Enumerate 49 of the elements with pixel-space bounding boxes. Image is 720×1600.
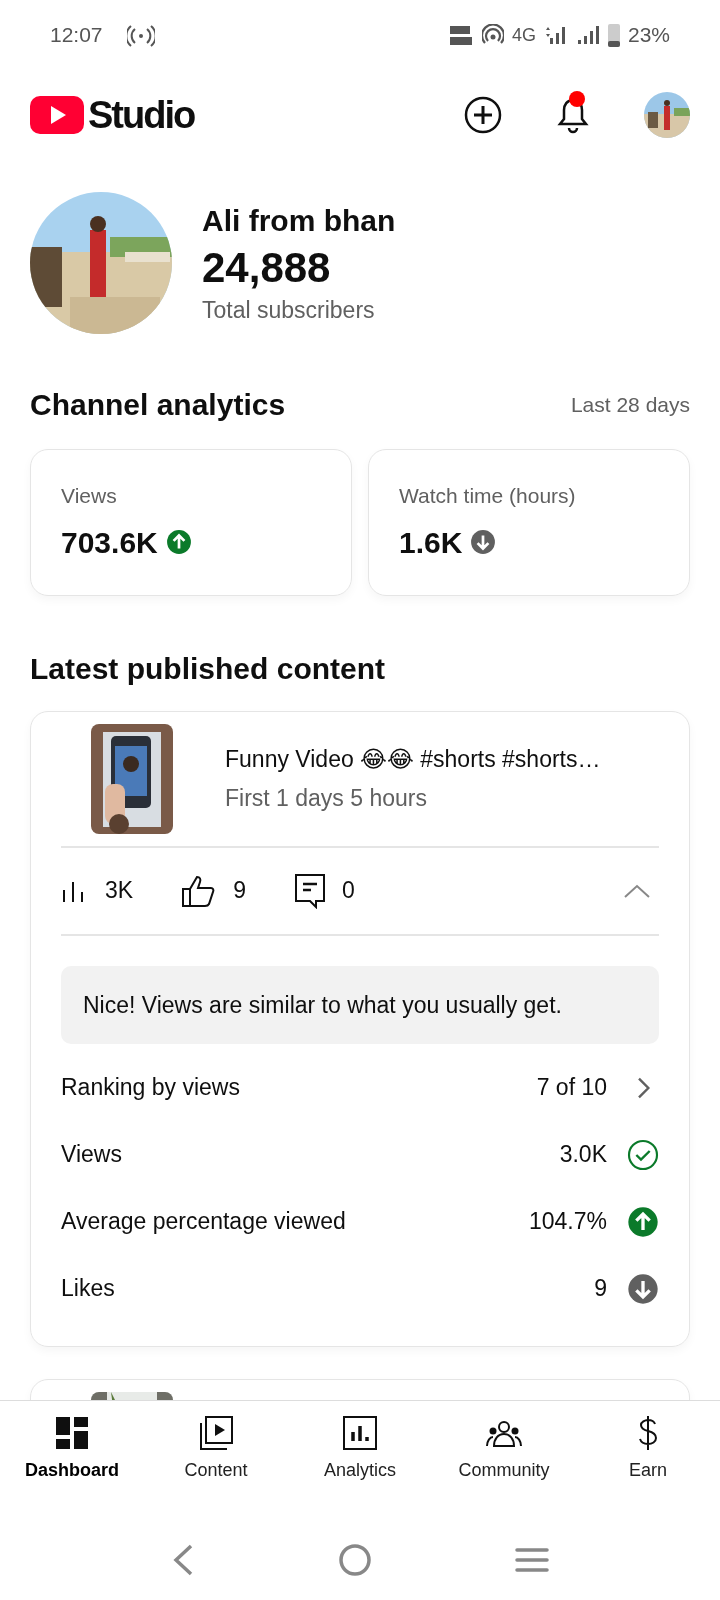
home-icon[interactable] (338, 1543, 372, 1577)
nav-tab[interactable]: Earn (578, 1415, 718, 1520)
like-count: 9 (233, 876, 246, 906)
video-library-icon (198, 1415, 234, 1451)
dashboard-icon (54, 1415, 90, 1451)
create-icon[interactable] (464, 96, 502, 134)
menu-icon[interactable] (514, 1546, 549, 1574)
metric-value: 7 of 10 (536, 1073, 607, 1103)
video-subtitle: First 1 days 5 hours (225, 783, 428, 813)
battery-icon (607, 23, 620, 47)
section-title: Channel analytics (30, 387, 286, 423)
section-title: Latest published content (30, 650, 387, 687)
metric-label: Views (61, 1140, 122, 1170)
collapse-chevron-icon[interactable] (623, 882, 651, 899)
metric-value: 9 (594, 1274, 607, 1304)
nav-tab[interactable]: Dashboard (2, 1415, 142, 1520)
bar-chart-icon (342, 1415, 378, 1451)
stat-card[interactable]: Views 703.6K (30, 449, 352, 596)
hotspot-icon (481, 24, 504, 46)
comment-icon (293, 872, 326, 909)
stat-value: 1.6K (399, 524, 463, 561)
signal-icon (543, 24, 568, 46)
stat-value: 703.6K (61, 524, 158, 561)
battery-percent: 23% (627, 22, 670, 49)
stat-label: Views (61, 483, 118, 509)
status-time: 12:07 (50, 22, 103, 49)
period-label: Last 28 days (570, 391, 690, 418)
metric-label: Average percentage viewed (61, 1207, 346, 1237)
insight-message: Nice! Views are similar to what you usually get. (61, 965, 659, 1044)
metric-value: 3.0K (559, 1140, 607, 1170)
stat-card[interactable]: Watch time (hours) 1.6K (368, 449, 690, 596)
metric-value: 104.7% (529, 1207, 607, 1237)
play-logo-icon (30, 96, 84, 134)
nav-tab[interactable]: Content (146, 1415, 286, 1520)
metric-label[interactable]: Ranking by views (61, 1070, 240, 1105)
comment-count: 0 (341, 876, 355, 906)
subscriber-count: 24,888 (202, 243, 332, 294)
view-count: 3K (105, 876, 134, 906)
channel-name: Ali from bhan (202, 203, 396, 240)
logo-text: Studio (88, 92, 195, 138)
stat-label: Watch time (hours) (399, 483, 577, 509)
network-type: 4G (511, 23, 536, 47)
signal-icon (575, 24, 600, 46)
nav-tab[interactable]: Community (434, 1415, 574, 1520)
metric-label: Likes (61, 1274, 115, 1304)
video-title[interactable]: Funny Video 😂😂 #shorts #shorts… (225, 742, 601, 777)
nav-tab[interactable]: Analytics (290, 1415, 430, 1520)
subscriber-label: Total subscribers (202, 296, 376, 326)
hotspot-icon (126, 23, 155, 47)
